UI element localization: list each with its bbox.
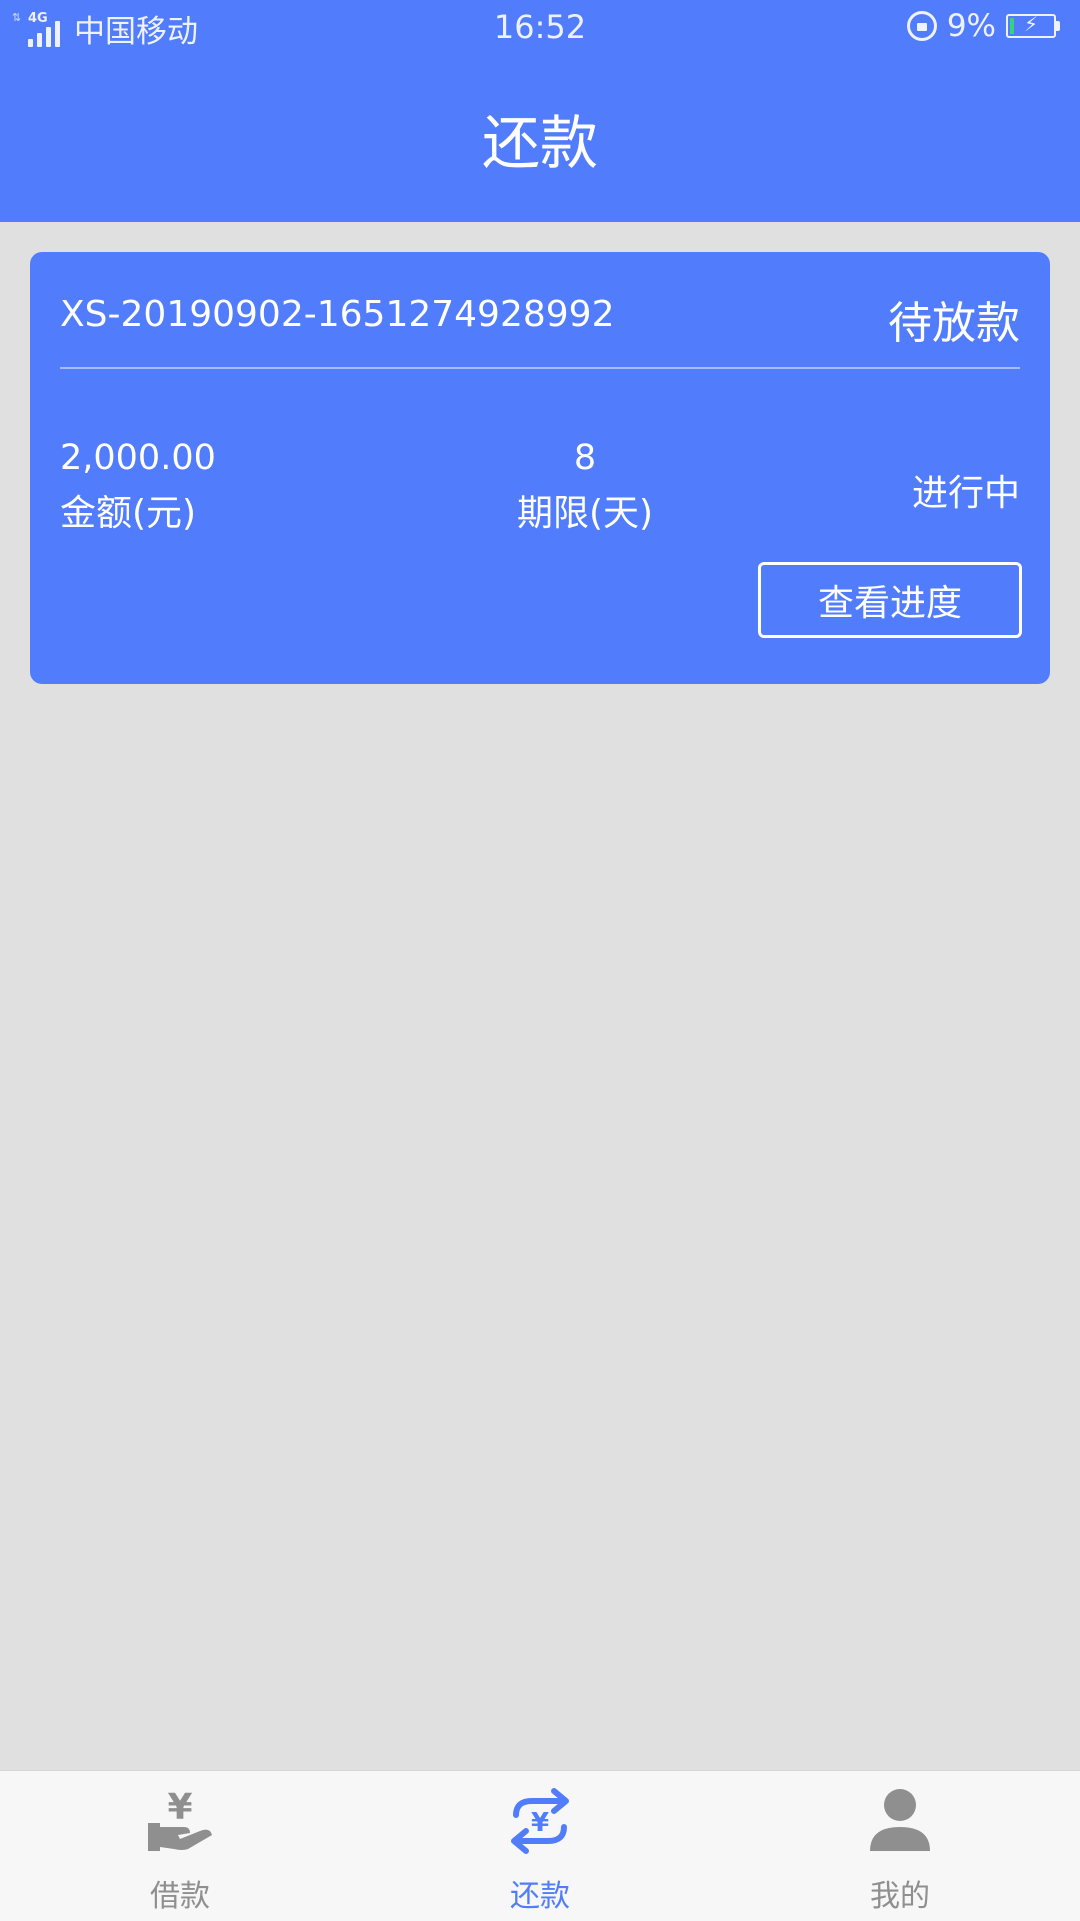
status-bar: ⇅ 4G 中国移动 16:52 9% ⚡: [0, 0, 1080, 56]
person-icon: [870, 1789, 930, 1851]
bottom-tab-bar: ¥ 借款 ¥ 还款 我的: [0, 1770, 1080, 1921]
progress-status: 进行中: [911, 473, 1020, 514]
amount-label: 金额(元): [60, 493, 197, 534]
page-title: 还款: [481, 109, 598, 177]
view-progress-button[interactable]: 查看进度: [758, 562, 1022, 638]
status-right: 9% ⚡: [906, 8, 1060, 44]
svg-text:¥: ¥: [167, 1787, 192, 1828]
rotation-lock-icon: [906, 11, 937, 41]
order-status: 待放款: [888, 298, 1020, 349]
tab-borrow[interactable]: ¥ 借款: [80, 1771, 280, 1921]
hand-yen-icon: ¥: [148, 1787, 212, 1851]
battery-icon: ⚡: [1006, 12, 1060, 38]
term-value: 8: [573, 438, 597, 478]
tab-mine[interactable]: 我的: [800, 1771, 1000, 1921]
order-number: XS-20190902-1651274928992: [60, 294, 615, 335]
tab-repay-label: 还款: [510, 1879, 570, 1914]
header: 还款: [0, 56, 1080, 222]
battery-percent: 9%: [946, 8, 996, 44]
tab-repay[interactable]: ¥ 还款: [440, 1771, 640, 1921]
svg-text:¥: ¥: [531, 1808, 549, 1838]
amount-value: 2,000.00: [60, 438, 216, 478]
exchange-yen-icon: ¥: [511, 1788, 569, 1854]
divider: [60, 367, 1020, 369]
term-label: 期限(天): [516, 493, 654, 534]
charging-bolt-icon: ⚡: [1024, 12, 1039, 36]
tab-borrow-label: 借款: [150, 1879, 210, 1914]
order-card: XS-20190902-1651274928992 待放款 2,000.00 金…: [30, 252, 1050, 684]
tab-mine-label: 我的: [870, 1879, 930, 1914]
